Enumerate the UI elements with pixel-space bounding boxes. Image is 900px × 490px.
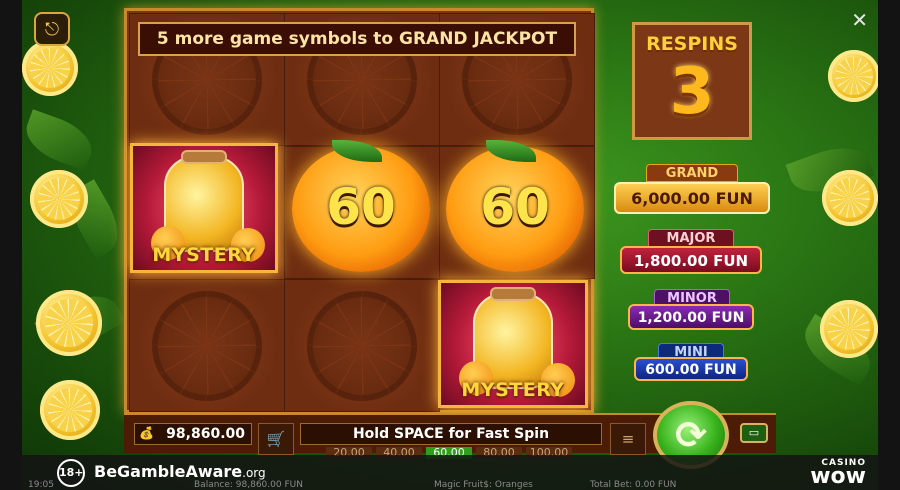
total-bet-status: Total Bet: 0.00 FUN [590,480,677,490]
balance-status: Balance: 98,860.00 FUN [194,480,303,490]
buy-feature-button[interactable]: 🛒 [258,423,294,455]
leaf-decoration [19,109,99,171]
orange-value: 60 [326,178,396,236]
lemon-decoration [36,290,102,356]
respins-count: 3 [669,55,715,129]
lines-icon: ≡ [621,430,635,448]
reel-cell [129,279,285,412]
balance-value: 98,860.00 [166,426,245,442]
exit-button[interactable]: ⎋ [34,12,70,46]
mystery-symbol: MYSTERY [438,280,588,408]
respins-title: RESPINS [646,33,738,55]
jackpot-grand-value: 6,000.00 FUN [614,182,770,214]
orange-slice-background [307,290,417,401]
paytable-button[interactable]: ≡ [610,423,646,455]
orange-value: 60 [480,178,550,236]
lemon-decoration [40,380,100,440]
begambleaware-text: BeGambleAware [94,462,243,481]
close-icon: ✕ [851,8,868,32]
lemon-decoration [30,170,88,228]
right-edge-strip [878,0,900,490]
orange-value-symbol: 60 [446,140,584,272]
jackpot-major-label: MAJOR [648,229,734,247]
clock: 19:05 [28,480,54,490]
status-line: 19:05 Balance: 98,860.00 FUN Magic Fruit… [22,481,878,490]
jackpot-minor-value: 1,200.00 FUN [628,304,754,330]
game-stage: ⎋ ✕ 5 more game symbols to GRAND JACKPOT… [0,0,900,490]
exit-icon: ⎋ [44,18,60,40]
lemon-decoration [22,40,78,96]
lemon-decoration [820,300,878,358]
left-edge-strip [0,0,22,490]
begambleaware-tld: .org [242,466,266,480]
lemon-decoration [822,170,878,226]
jackpot-grand-label: GRAND [646,164,738,182]
orange-slice-background [152,290,262,401]
mystery-label: MYSTERY [152,244,256,266]
autoplay-button[interactable]: ▭ [740,423,768,443]
fast-spin-hint: Hold SPACE for Fast Spin [300,423,602,445]
reel-cell [284,279,440,412]
jackpot-major-value: 1,800.00 FUN [620,246,762,274]
mystery-symbol: MYSTERY [130,143,278,273]
begambleaware-link[interactable]: BeGambleAware.org [94,462,266,481]
respins-counter: RESPINS 3 [632,22,752,140]
jackpot-progress-banner: 5 more game symbols to GRAND JACKPOT [138,22,576,56]
jackpot-mini-value: 600.00 FUN [634,357,748,381]
mystery-label: MYSTERY [461,379,565,401]
game-name: Magic Fruit$: Oranges [434,480,533,490]
autoplay-icon: ▭ [748,426,760,439]
jar-lid-icon [181,150,227,164]
balance-display: 💰 98,860.00 [134,423,252,445]
jar-lid-icon [490,287,536,301]
spin-arrows-icon: ⟳ [675,413,707,457]
lemon-decoration [828,50,880,102]
close-button[interactable]: ✕ [851,8,868,32]
cart-icon: 🛒 [266,430,286,448]
orange-value-symbol: 60 [292,140,430,272]
money-bag-icon: 💰 [139,426,154,440]
